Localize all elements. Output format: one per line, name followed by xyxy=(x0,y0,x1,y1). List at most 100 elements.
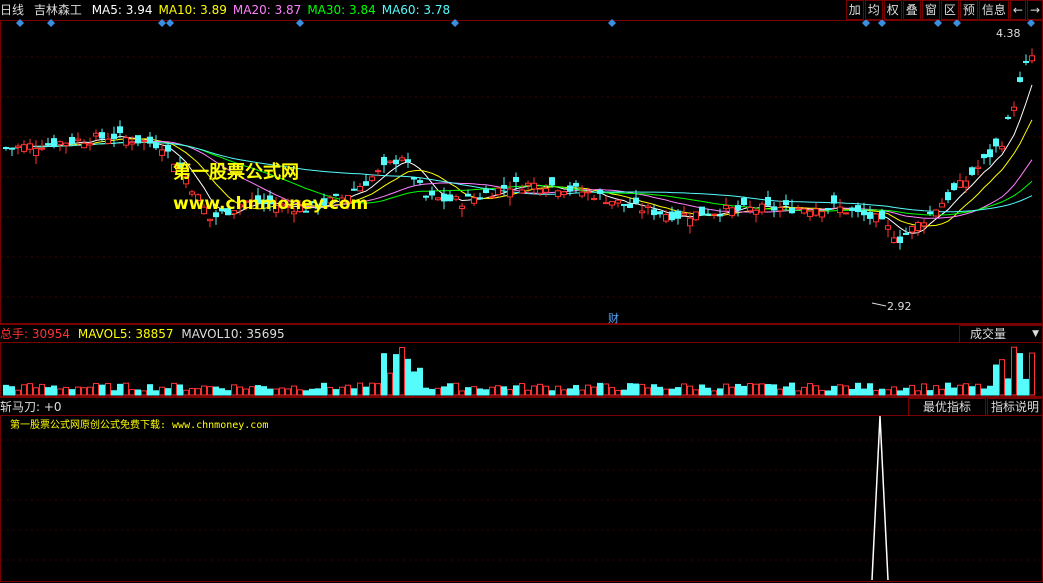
candle-body xyxy=(849,207,855,212)
volume-bar xyxy=(327,386,333,396)
volume-bar xyxy=(873,389,879,396)
volume-bar xyxy=(357,382,363,396)
arrow-left-icon[interactable]: ← xyxy=(1009,0,1026,20)
candle-body xyxy=(765,196,771,206)
toolbar-button[interactable]: 均 xyxy=(864,0,883,20)
volume-bar xyxy=(597,382,603,396)
candle-body xyxy=(1005,116,1011,119)
volume-bar xyxy=(255,385,261,396)
volume-bar xyxy=(333,389,339,396)
volume-bar xyxy=(753,383,759,396)
volume-bar xyxy=(879,388,885,396)
toolbar-button[interactable]: 信息 xyxy=(978,0,1009,20)
candle-body xyxy=(951,183,957,191)
volume-bar xyxy=(1017,353,1023,396)
candle-body xyxy=(1011,106,1017,111)
candle-body xyxy=(165,144,171,152)
volume-bar xyxy=(663,388,669,396)
volume-bar xyxy=(297,389,303,396)
candle-body xyxy=(1029,55,1035,62)
volume-bar xyxy=(423,387,429,396)
candle-body xyxy=(699,206,705,216)
volume-bar xyxy=(741,385,747,396)
candle-body xyxy=(639,210,645,214)
volume-bar xyxy=(219,388,225,396)
candle-body xyxy=(957,180,963,188)
price-panel-frame xyxy=(0,20,1043,324)
volume-bar xyxy=(111,390,117,396)
volume-bar xyxy=(39,383,45,396)
watermark-url: www.chnmoney.com xyxy=(173,194,369,214)
volume-indicator-dropdown[interactable]: 成交量 ▼ xyxy=(959,325,1043,343)
volume-header: 总手: 30954 MAVOL5: 38857 MAVOL10: 35695 xyxy=(0,326,1043,342)
toolbar-button[interactable]: 叠 xyxy=(902,0,921,20)
candle-body xyxy=(729,207,735,217)
toolbar-button[interactable]: 窗 xyxy=(921,0,940,20)
candle-body xyxy=(981,154,987,159)
volume-bar xyxy=(723,383,729,396)
volume-bar xyxy=(1011,346,1017,396)
candle-body xyxy=(441,193,447,202)
volume-bar xyxy=(921,383,927,396)
candle-body xyxy=(771,206,777,211)
candle-body xyxy=(609,201,615,206)
divider-indicator xyxy=(0,397,1043,398)
volume-bar xyxy=(891,386,897,396)
candle-body xyxy=(777,207,783,212)
volume-bar xyxy=(231,384,237,396)
candle-body xyxy=(897,236,903,244)
volume-bar xyxy=(489,386,495,396)
arrow-right-icon[interactable]: → xyxy=(1026,0,1043,20)
volume-bar xyxy=(387,372,393,396)
candle-body xyxy=(393,159,399,165)
candle-body xyxy=(861,210,867,216)
volume-bar xyxy=(591,386,597,396)
chart-canvas[interactable] xyxy=(0,0,1043,583)
volume-bar xyxy=(825,390,831,396)
volume-bar xyxy=(693,389,699,396)
candle-body xyxy=(633,197,639,204)
candle-body xyxy=(435,197,441,201)
volume-bar xyxy=(939,388,945,396)
candle-body xyxy=(387,160,393,163)
candle-body xyxy=(717,214,723,217)
volume-bar xyxy=(351,388,357,396)
candle-body xyxy=(33,147,39,157)
candle-body xyxy=(807,210,813,217)
candle-body xyxy=(627,203,633,208)
candle-body xyxy=(531,182,537,190)
volume-bar xyxy=(369,382,375,396)
volume-bar xyxy=(993,364,999,396)
candle-body xyxy=(705,213,711,216)
candle-body xyxy=(591,197,597,200)
toolbar-button[interactable]: 权 xyxy=(883,0,902,20)
indicator-help-button[interactable]: 指标说明 xyxy=(986,398,1043,416)
candle-body xyxy=(879,210,885,220)
volume-bar xyxy=(117,383,123,396)
candle-body xyxy=(675,210,681,219)
volume-bar xyxy=(987,385,993,396)
volume-bar xyxy=(279,387,285,396)
volume-bar xyxy=(27,383,33,396)
volume-bar xyxy=(843,385,849,396)
candle-body xyxy=(423,195,429,198)
low-marker-line xyxy=(871,302,887,307)
candle-body xyxy=(357,185,363,192)
volume-bar xyxy=(3,384,9,396)
volume-bar xyxy=(453,382,459,396)
candle-body xyxy=(783,200,789,206)
volume-bar xyxy=(99,384,105,396)
volume-bar xyxy=(855,382,861,396)
toolbar-button[interactable]: 加 xyxy=(845,0,864,20)
volume-bar xyxy=(201,385,207,396)
candle-body xyxy=(603,202,609,205)
toolbar-button[interactable]: 预 xyxy=(959,0,978,20)
volume-bar xyxy=(267,388,273,396)
volume-bar xyxy=(981,388,987,396)
volume-bar xyxy=(807,383,813,396)
period-label[interactable]: 日线 xyxy=(0,3,24,17)
toolbar-button[interactable]: 区 xyxy=(940,0,959,20)
candle-body xyxy=(747,206,753,212)
volume-bar xyxy=(291,385,297,396)
best-indicator-button[interactable]: 最优指标 xyxy=(907,398,986,416)
